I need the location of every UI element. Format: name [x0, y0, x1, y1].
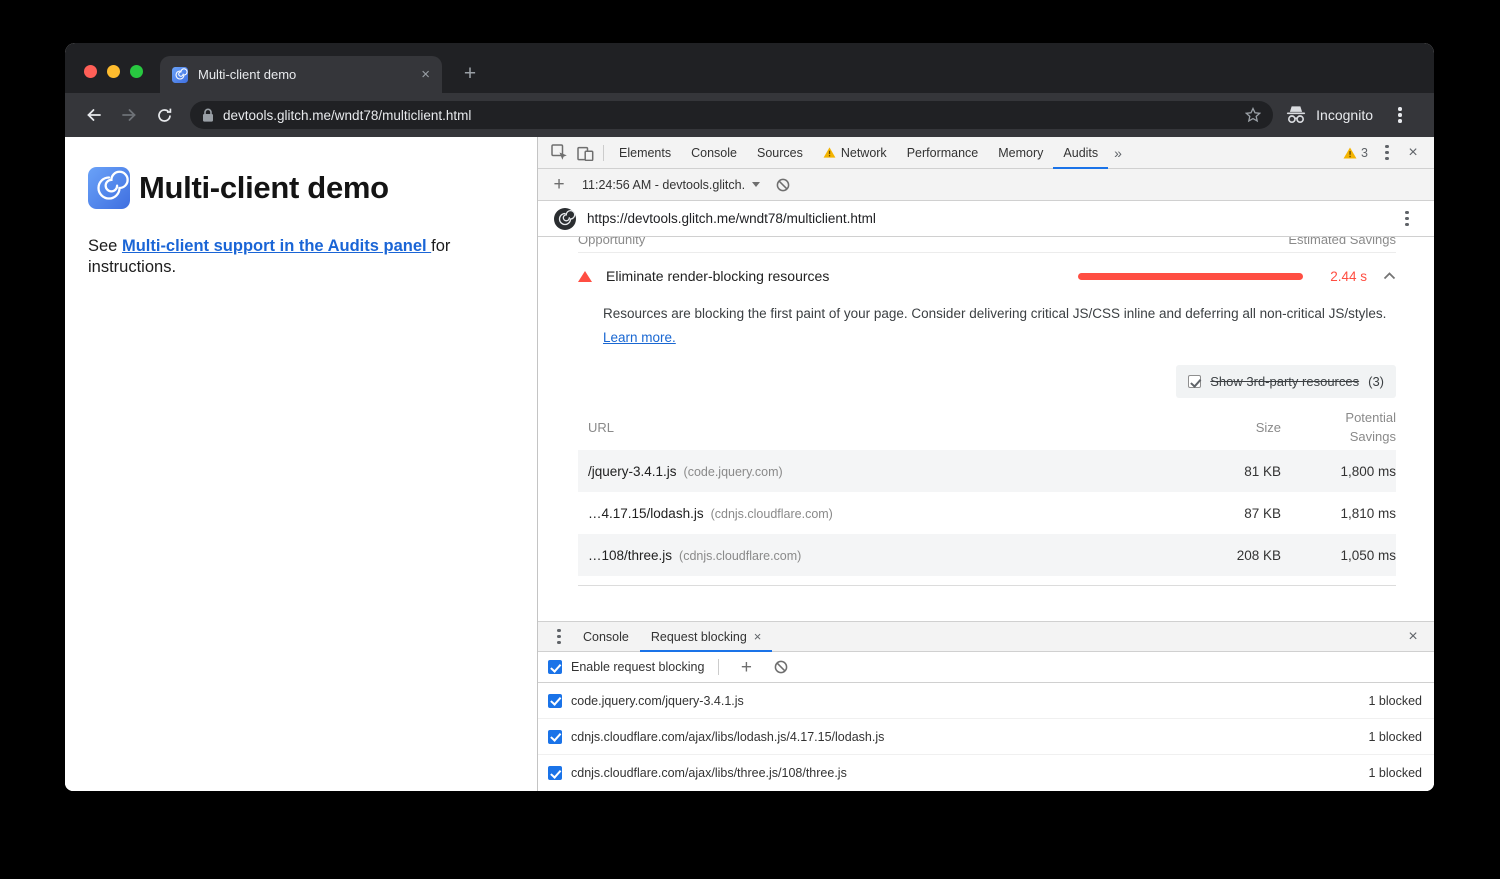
audit-savings: 2.44 s — [1315, 269, 1367, 284]
blocked-count: 1 blocked — [1368, 730, 1422, 744]
browser-menu-button[interactable] — [1385, 100, 1415, 130]
opportunity-column-headers: Opportunity Estimated Savings — [578, 237, 1396, 253]
audit-description: Resources are blocking the first paint o… — [603, 302, 1389, 350]
inspect-element-button[interactable] — [546, 140, 572, 166]
incognito-label: Incognito — [1316, 107, 1373, 123]
report-url: https://devtools.glitch.me/wndt78/multic… — [587, 211, 876, 226]
pattern-checkbox[interactable] — [548, 694, 562, 708]
tab-console[interactable]: Console — [681, 137, 747, 169]
tab-favicon-icon — [172, 67, 188, 83]
tab-audits[interactable]: Audits — [1053, 137, 1108, 169]
audits-panel-link[interactable]: Multi-client support in the Audits panel — [122, 237, 431, 255]
report-url-row: https://devtools.glitch.me/wndt78/multic… — [538, 201, 1434, 237]
window-titlebar: Multi-client demo × + — [65, 43, 1434, 93]
enable-request-blocking-checkbox[interactable] — [548, 660, 562, 674]
more-tabs-button[interactable]: » — [1108, 145, 1128, 161]
pattern-checkbox[interactable] — [548, 766, 562, 780]
drawer-close-button[interactable]: × — [1400, 624, 1426, 650]
warnings-counter[interactable]: 3 — [1337, 146, 1374, 160]
tab-title: Multi-client demo — [198, 67, 411, 82]
new-tab-button[interactable]: + — [457, 61, 483, 87]
devtools-panel: Elements Console Sources Network Perform… — [537, 137, 1434, 791]
incognito-badge: Incognito — [1285, 105, 1373, 125]
minimize-window-button[interactable] — [107, 65, 120, 78]
page-logo-icon — [88, 167, 130, 209]
lighthouse-report: Opportunity Estimated Savings Eliminate … — [538, 237, 1434, 621]
blocked-count: 1 blocked — [1368, 766, 1422, 780]
back-button[interactable] — [79, 100, 109, 130]
kebab-menu-icon — [1398, 107, 1402, 123]
secure-lock-icon[interactable] — [202, 108, 214, 123]
incognito-icon — [1285, 105, 1307, 125]
tab-memory[interactable]: Memory — [988, 137, 1053, 169]
browser-tab[interactable]: Multi-client demo × — [160, 56, 442, 93]
devtools-menu-button[interactable] — [1374, 140, 1400, 166]
blocked-count: 1 blocked — [1368, 694, 1422, 708]
request-blocking-toolbar: Enable request blocking + — [538, 652, 1434, 683]
table-row[interactable]: …108/three.js(cdnjs.cloudflare.com) 208 … — [578, 534, 1396, 576]
zoom-window-button[interactable] — [130, 65, 143, 78]
close-window-button[interactable] — [84, 65, 97, 78]
forward-button[interactable] — [114, 100, 144, 130]
show-3rd-party-checkbox[interactable] — [1188, 375, 1201, 388]
chevron-up-icon[interactable] — [1383, 272, 1396, 280]
warning-icon — [823, 147, 836, 158]
window-content: Multi-client demo See Multi-client suppo… — [65, 137, 1434, 791]
traffic-lights — [84, 65, 143, 78]
enable-request-blocking-label: Enable request blocking — [571, 660, 704, 674]
url-text[interactable]: devtools.glitch.me/wndt78/multiclient.ht… — [223, 108, 1236, 123]
drawer-tab-console[interactable]: Console — [572, 622, 640, 652]
address-bar[interactable]: devtools.glitch.me/wndt78/multiclient.ht… — [190, 101, 1273, 129]
pattern-checkbox[interactable] — [548, 730, 562, 744]
browser-window: Multi-client demo × + devtools.glitch.me… — [65, 43, 1434, 791]
page-title: Multi-client demo — [139, 170, 389, 206]
resources-table: URL Size Potential Savings /jquery-3.4.1… — [578, 404, 1396, 576]
bookmark-star-icon[interactable] — [1245, 107, 1261, 123]
devtools-toolbar: Elements Console Sources Network Perform… — [538, 137, 1434, 169]
table-header: URL Size Potential Savings — [578, 404, 1396, 450]
audit-run-selector[interactable]: 11:24:56 AM - devtools.glitch. — [576, 178, 766, 192]
tab-sources[interactable]: Sources — [747, 137, 813, 169]
audit-title: Eliminate render-blocking resources — [606, 268, 829, 284]
browser-toolbar: devtools.glitch.me/wndt78/multiclient.ht… — [65, 93, 1434, 137]
audits-run-bar: + 11:24:56 AM - devtools.glitch. — [538, 169, 1434, 201]
drawer-menu-button[interactable] — [546, 624, 572, 650]
device-toolbar-button[interactable] — [572, 140, 598, 166]
fail-triangle-icon — [578, 271, 592, 282]
learn-more-link[interactable]: Learn more. — [603, 330, 676, 345]
show-3rd-party-toggle[interactable]: Show 3rd-party resources (3) — [1176, 365, 1396, 398]
warning-icon — [1343, 147, 1357, 159]
chevron-down-icon — [752, 182, 760, 187]
savings-bar — [1078, 273, 1303, 280]
blocked-pattern-row[interactable]: code.jquery.com/jquery-3.4.1.js 1 blocke… — [538, 683, 1434, 719]
kebab-menu-icon — [1405, 211, 1409, 227]
tab-elements[interactable]: Elements — [609, 137, 681, 169]
page-intro: See Multi-client support in the Audits p… — [88, 236, 500, 278]
section-divider — [578, 585, 1396, 586]
report-menu-button[interactable] — [1394, 206, 1420, 232]
page-content: Multi-client demo See Multi-client suppo… — [65, 137, 537, 791]
remove-all-patterns-button[interactable] — [768, 654, 794, 680]
table-row[interactable]: /jquery-3.4.1.js(code.jquery.com) 81 KB … — [578, 450, 1396, 492]
add-pattern-button[interactable]: + — [733, 654, 759, 680]
clear-audits-button[interactable] — [770, 172, 796, 198]
tab-close-icon[interactable]: × — [421, 67, 430, 82]
tab-performance[interactable]: Performance — [897, 137, 989, 169]
devtools-close-button[interactable]: × — [1400, 140, 1426, 166]
blocked-pattern-row[interactable]: cdnjs.cloudflare.com/ajax/libs/lodash.js… — [538, 719, 1434, 755]
kebab-menu-icon — [1385, 145, 1389, 161]
drawer-tabbar: Console Request blocking × × — [538, 622, 1434, 652]
table-row[interactable]: …4.17.15/lodash.js(cdnjs.cloudflare.com)… — [578, 492, 1396, 534]
tab-network[interactable]: Network — [813, 137, 897, 169]
drawer-tab-request-blocking[interactable]: Request blocking × — [640, 622, 773, 652]
new-audit-button[interactable]: + — [546, 172, 572, 198]
reload-button[interactable] — [149, 100, 179, 130]
audit-summary-row[interactable]: Eliminate render-blocking resources 2.44… — [578, 256, 1396, 296]
close-tab-icon[interactable]: × — [754, 629, 762, 644]
devtools-drawer: Console Request blocking × × Enable requ… — [538, 621, 1434, 791]
kebab-menu-icon — [557, 629, 561, 645]
page-favicon-avatar — [554, 208, 576, 230]
blocked-pattern-row[interactable]: cdnjs.cloudflare.com/ajax/libs/three.js/… — [538, 755, 1434, 791]
